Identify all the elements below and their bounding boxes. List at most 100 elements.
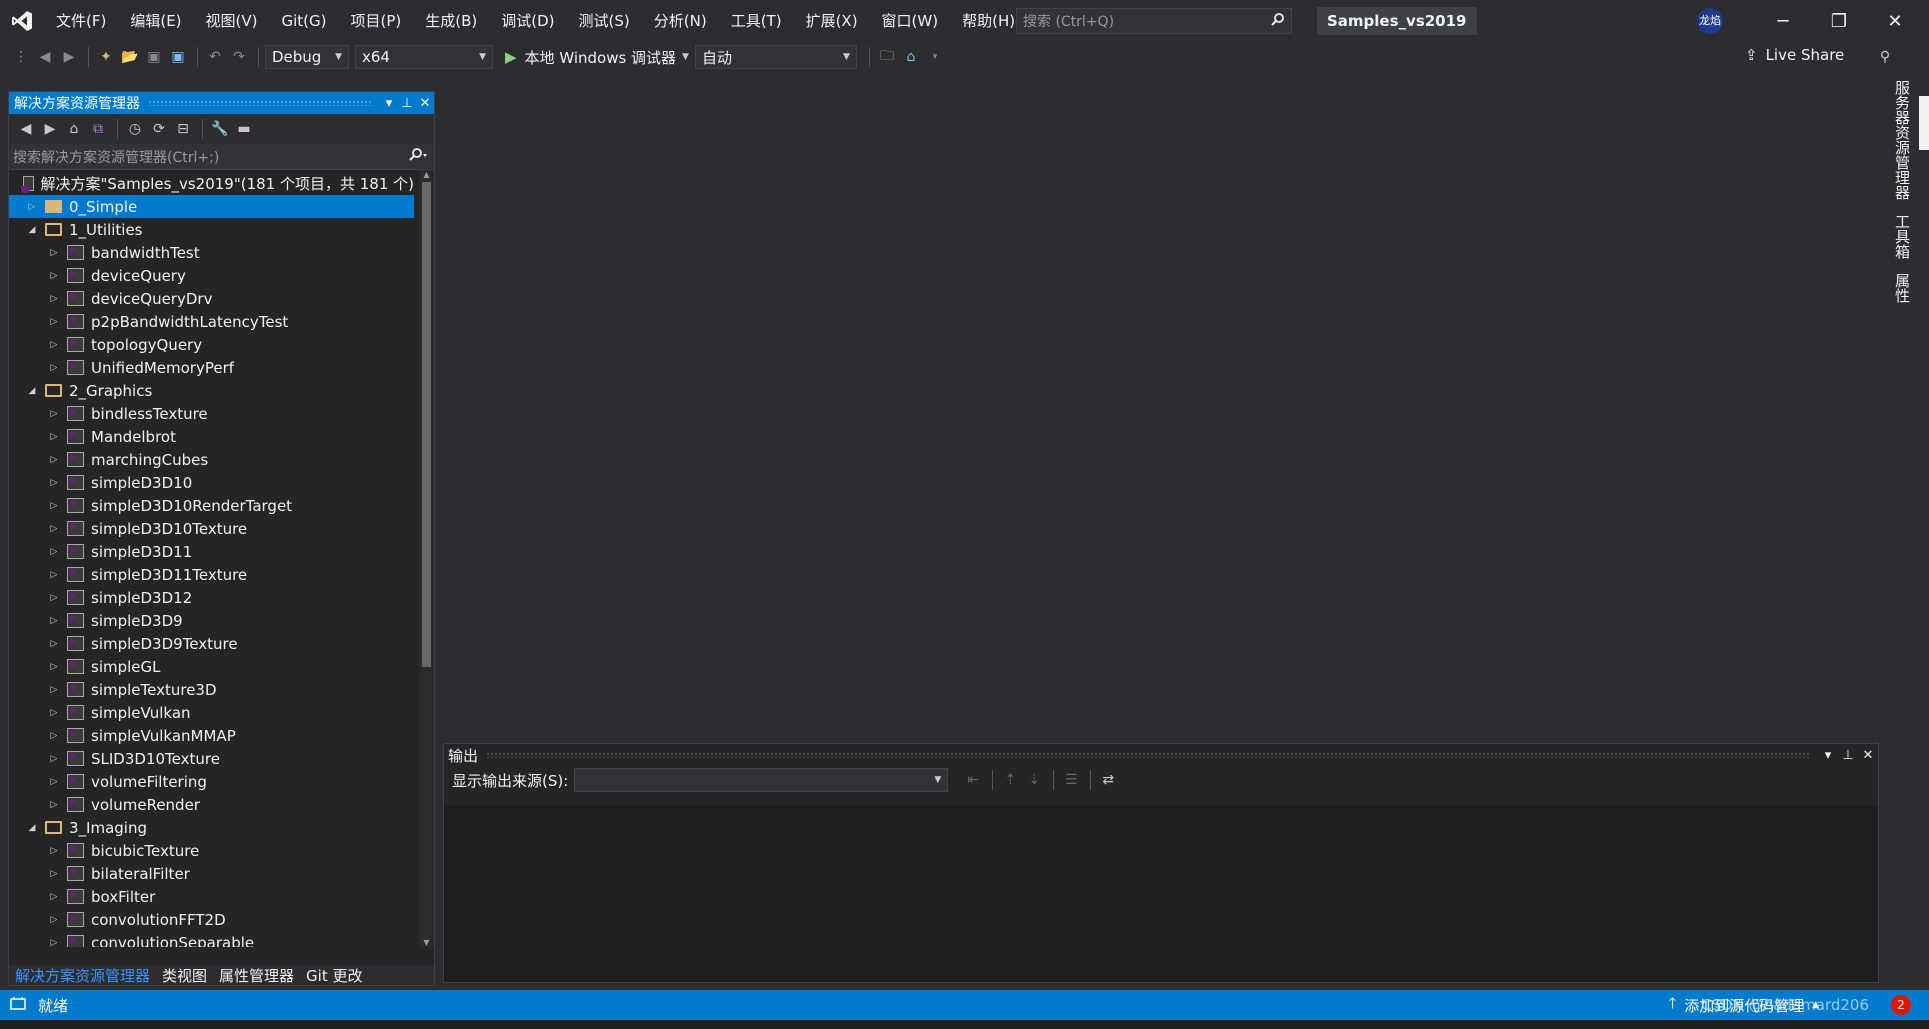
tree-project-node[interactable]: ▷ volumeFiltering — [9, 770, 414, 793]
close-icon[interactable]: ✕ — [1858, 748, 1878, 763]
go-to-line-icon[interactable]: ⇤ — [962, 769, 984, 791]
expand-icon[interactable]: ▷ — [47, 478, 61, 488]
drag-grip[interactable] — [148, 100, 372, 106]
expand-icon[interactable]: ▷ — [47, 248, 61, 258]
expand-icon[interactable]: ▷ — [47, 869, 61, 879]
tree-project-node[interactable]: ▷ bilateralFilter — [9, 862, 414, 885]
tree-project-node[interactable]: ▷ simpleD3D9 — [9, 609, 414, 632]
forward-icon[interactable]: ▶ — [58, 46, 80, 68]
platform-dropdown[interactable]: x64 ▼ — [355, 45, 493, 69]
tree-project-node[interactable]: ▷ simpleD3D12 — [9, 586, 414, 609]
expand-icon[interactable]: ▷ — [47, 271, 61, 281]
debug-mode-dropdown[interactable]: 自动 ▼ — [694, 45, 857, 69]
expand-icon[interactable]: ▷ — [47, 501, 61, 511]
expand-icon[interactable]: ▷ — [47, 616, 61, 626]
expand-icon[interactable]: ▷ — [47, 708, 61, 718]
tab-solution-explorer[interactable]: 解决方案资源管理器 — [9, 965, 156, 986]
menu-file[interactable]: 文件(F) — [44, 0, 118, 42]
pending-changes-filter-icon[interactable]: ◷ — [124, 118, 146, 140]
feedback-icon[interactable]: ⚲ — [1874, 46, 1896, 68]
restore-icon[interactable]: ❐ — [1811, 0, 1867, 42]
expand-icon[interactable]: ▷ — [47, 455, 61, 465]
collapse-icon[interactable]: ◢ — [25, 225, 39, 235]
tree-project-node[interactable]: ▷ simpleD3D10RenderTarget — [9, 494, 414, 517]
expand-icon[interactable]: ▷ — [47, 317, 61, 327]
tree-project-node[interactable]: ▷ Mandelbrot — [9, 425, 414, 448]
save-icon[interactable]: ▣ — [143, 46, 165, 68]
menu-view[interactable]: 视图(V) — [194, 0, 270, 42]
sync-icon[interactable]: ⟳ — [148, 118, 170, 140]
expand-icon[interactable]: ▷ — [47, 685, 61, 695]
menu-project[interactable]: 项目(P) — [339, 0, 414, 42]
properties-wrench-icon[interactable]: 🔧 — [209, 118, 231, 140]
switch-views-icon[interactable]: ⧉ — [87, 118, 109, 140]
home-icon[interactable]: ⌂ — [63, 118, 85, 140]
tab-class-view[interactable]: 类视图 — [156, 965, 213, 986]
collapse-icon[interactable]: ◢ — [25, 823, 39, 833]
expand-icon[interactable]: ▷ — [47, 892, 61, 902]
menu-git[interactable]: Git(G) — [270, 0, 339, 42]
tab-server-explorer[interactable]: 服务器资源管理器 — [1892, 80, 1913, 200]
avatar[interactable]: 龙焰 — [1697, 8, 1723, 34]
back-icon[interactable]: ◀ — [34, 46, 56, 68]
tab-properties[interactable]: 属性 — [1892, 273, 1913, 303]
close-icon[interactable]: ✕ — [416, 96, 434, 111]
solution-search-input[interactable]: 搜索解决方案资源管理器(Ctrl+;) — [9, 144, 434, 170]
expand-icon[interactable]: ▷ — [47, 938, 61, 948]
tree-project-node[interactable]: ▷ simpleD3D10 — [9, 471, 414, 494]
tree-folder-node[interactable]: ◢ 1_Utilities — [9, 218, 414, 241]
expand-icon[interactable]: ▷ — [47, 570, 61, 580]
tree-project-node[interactable]: ▷ topologyQuery — [9, 333, 414, 356]
close-icon[interactable]: ✕ — [1867, 0, 1923, 42]
word-wrap-icon[interactable]: ⇄ — [1097, 769, 1119, 791]
pin-icon[interactable]: ⊥ — [1838, 748, 1858, 763]
back-icon[interactable]: ◀ — [15, 118, 37, 140]
previous-message-icon[interactable]: ⇡ — [999, 769, 1021, 791]
window-position-icon[interactable]: ▾ — [1818, 748, 1838, 763]
menu-tools[interactable]: 工具(T) — [719, 0, 794, 42]
forward-icon[interactable]: ▶ — [39, 118, 61, 140]
output-text-area[interactable] — [444, 806, 1878, 982]
collapse-all-icon[interactable]: ⊟ — [172, 118, 194, 140]
start-debugging-button[interactable]: ▶ 本地 Windows 调试器 ▼ — [505, 47, 689, 68]
preview-icon[interactable]: ▬ — [233, 118, 255, 140]
tree-project-node[interactable]: ▷ simpleTexture3D — [9, 678, 414, 701]
tree-project-node[interactable]: ▷ SLID3D10Texture — [9, 747, 414, 770]
notification-badge[interactable]: 2 — [1891, 995, 1911, 1015]
undo-icon[interactable]: ↶ — [204, 46, 226, 68]
tree-project-node[interactable]: ▷ bindlessTexture — [9, 402, 414, 425]
tree-project-node[interactable]: ▷ simpleVulkanMMAP — [9, 724, 414, 747]
find-in-files-icon[interactable]: 🗀 — [876, 46, 898, 68]
scroll-down-icon[interactable]: ▼ — [419, 938, 434, 947]
vertical-scrollbar[interactable]: ▲ ▼ — [419, 170, 434, 947]
new-project-icon[interactable]: ✦ — [95, 46, 117, 68]
minimize-icon[interactable]: ─ — [1755, 0, 1811, 42]
tree-project-node[interactable]: ▷ deviceQuery — [9, 264, 414, 287]
drag-grip[interactable] — [486, 752, 1810, 758]
open-file-icon[interactable]: 📂 — [119, 46, 141, 68]
tab-property-manager[interactable]: 属性管理器 — [213, 965, 300, 986]
toolbar-options-icon[interactable]: ▾ — [924, 46, 946, 68]
save-all-icon[interactable]: ▣ — [167, 46, 189, 68]
menu-debug[interactable]: 调试(D) — [489, 0, 566, 42]
expand-icon[interactable]: ▷ — [47, 432, 61, 442]
tree-folder-node[interactable]: ◢ 3_Imaging — [9, 816, 414, 839]
expand-icon[interactable]: ▷ — [25, 202, 39, 212]
pin-icon[interactable]: ⊥ — [398, 96, 416, 111]
expand-icon[interactable]: ▷ — [47, 547, 61, 557]
clear-all-icon[interactable]: ☰ — [1060, 769, 1082, 791]
expand-icon[interactable]: ▷ — [47, 409, 61, 419]
tree-project-node[interactable]: ▷ simpleVulkan — [9, 701, 414, 724]
next-message-icon[interactable]: ⇣ — [1023, 769, 1045, 791]
scroll-up-icon[interactable]: ▲ — [419, 170, 434, 179]
tree-project-node[interactable]: ▷ deviceQueryDrv — [9, 287, 414, 310]
expand-icon[interactable]: ▷ — [47, 639, 61, 649]
tab-git-changes[interactable]: Git 更改 — [300, 965, 368, 986]
expand-icon[interactable]: ▷ — [47, 754, 61, 764]
tree-project-node[interactable]: ▷ simpleD3D9Texture — [9, 632, 414, 655]
scrollbar-thumb[interactable] — [422, 182, 431, 667]
window-position-icon[interactable]: ▾ — [380, 96, 398, 111]
menu-test[interactable]: 测试(S) — [567, 0, 642, 42]
tree-folder-node[interactable]: ◢ 2_Graphics — [9, 379, 414, 402]
tree-project-node[interactable]: ▷ simpleD3D11Texture — [9, 563, 414, 586]
